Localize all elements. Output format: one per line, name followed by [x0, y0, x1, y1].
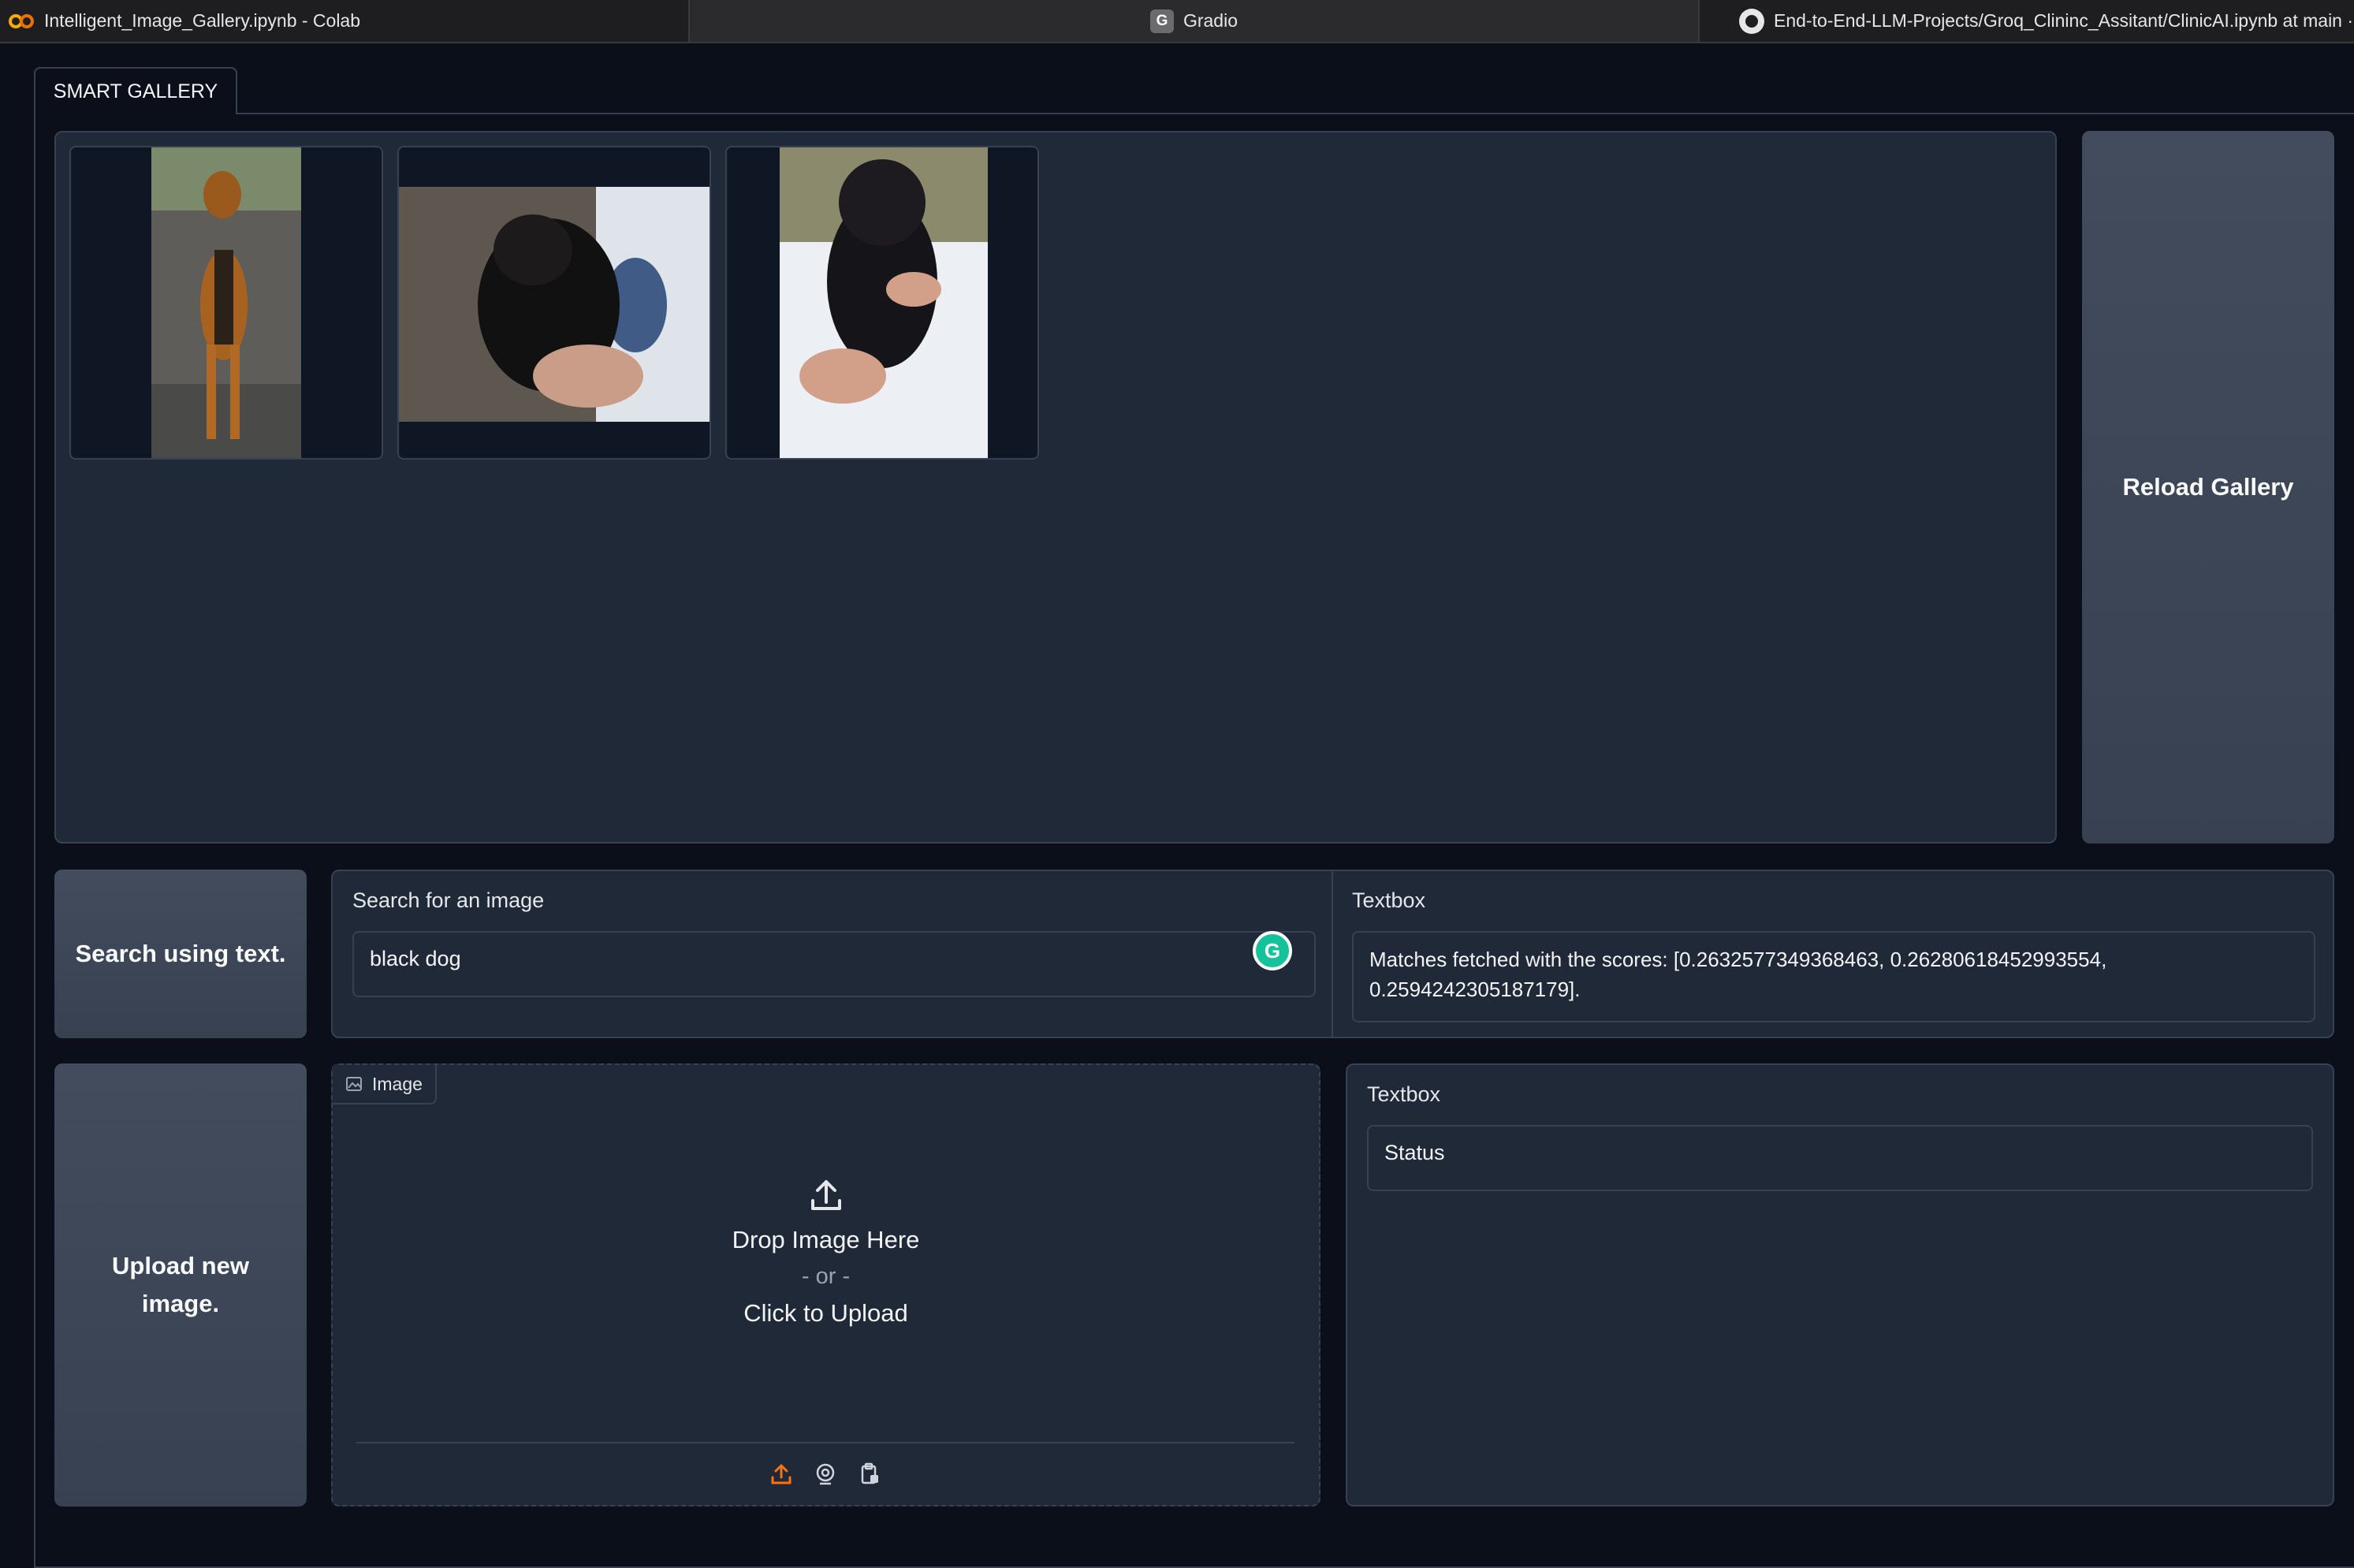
gradio-app: SMART GALLERY Reload Gallery Search usin…: [0, 43, 2354, 1568]
browser-tab-colab[interactable]: Intelligent_Image_Gallery.ipynb - Colab: [0, 0, 690, 42]
search-input-value: black dog: [370, 947, 461, 970]
result-label: Textbox: [1352, 888, 1426, 912]
browser-tab-gradio[interactable]: G Gradio: [690, 0, 1700, 42]
search-input[interactable]: black dog G: [352, 931, 1316, 997]
browser-tab-github[interactable]: End-to-End-LLM-Projects/Groq_Clininc_Ass…: [1700, 0, 2354, 42]
upload-source-icon[interactable]: [768, 1461, 795, 1488]
reload-gallery-button[interactable]: Reload Gallery: [2082, 131, 2334, 844]
search-row: Search for an image black dog G Textbox …: [331, 870, 2334, 1038]
image-icon: [346, 1077, 362, 1091]
browser-tab-title: Gradio: [1183, 10, 1238, 31]
gallery-thumbnail[interactable]: [69, 146, 383, 460]
clipboard-icon[interactable]: [856, 1461, 883, 1488]
image-upload-dropzone[interactable]: Image Drop Image Here - or - Click to Up…: [331, 1063, 1320, 1507]
gradio-icon: G: [1149, 9, 1174, 33]
result-output[interactable]: Matches fetched with the scores: [0.2632…: [1352, 931, 2315, 1022]
github-icon: [1739, 8, 1764, 34]
grammarly-icon[interactable]: G: [1253, 931, 1292, 970]
dog-photo: [151, 147, 301, 458]
webcam-icon[interactable]: [812, 1461, 839, 1488]
image-source-toolbar: [356, 1442, 1294, 1505]
status-output[interactable]: Status: [1367, 1125, 2313, 1191]
browser-tab-title: Intelligent_Image_Gallery.ipynb - Colab: [44, 10, 361, 31]
or-text: - or -: [801, 1264, 851, 1289]
status-label: Textbox: [1367, 1082, 1441, 1106]
gallery-thumbnail[interactable]: [397, 146, 711, 460]
browser-tab-bar: Intelligent_Image_Gallery.ipynb - Colab …: [0, 0, 2354, 43]
status-block: Textbox Status: [1346, 1063, 2334, 1507]
drop-area[interactable]: Drop Image Here - or - Click to Upload: [333, 1175, 1319, 1328]
click-to-upload-text: Click to Upload: [743, 1299, 908, 1327]
tab-smart-gallery[interactable]: SMART GALLERY: [34, 67, 237, 114]
upload-button-label: Upload new image.: [112, 1251, 249, 1317]
drop-text: Drop Image Here: [732, 1226, 920, 1253]
search-using-text-button[interactable]: Search using text.: [54, 870, 307, 1038]
colab-icon: [8, 13, 35, 29]
browser-tab-title: End-to-End-LLM-Projects/Groq_Clininc_Ass…: [1774, 10, 2354, 31]
image-gallery: [54, 131, 2057, 844]
column-divider: [1332, 871, 1333, 1037]
upload-icon: [810, 1180, 841, 1210]
puppy-photo: [399, 187, 710, 422]
gallery-thumbnail[interactable]: [725, 146, 1039, 460]
image-label: Image: [333, 1065, 437, 1104]
puppy-photo: [780, 147, 988, 458]
search-label: Search for an image: [352, 888, 545, 912]
upload-new-image-button[interactable]: Upload new image.: [54, 1063, 307, 1507]
